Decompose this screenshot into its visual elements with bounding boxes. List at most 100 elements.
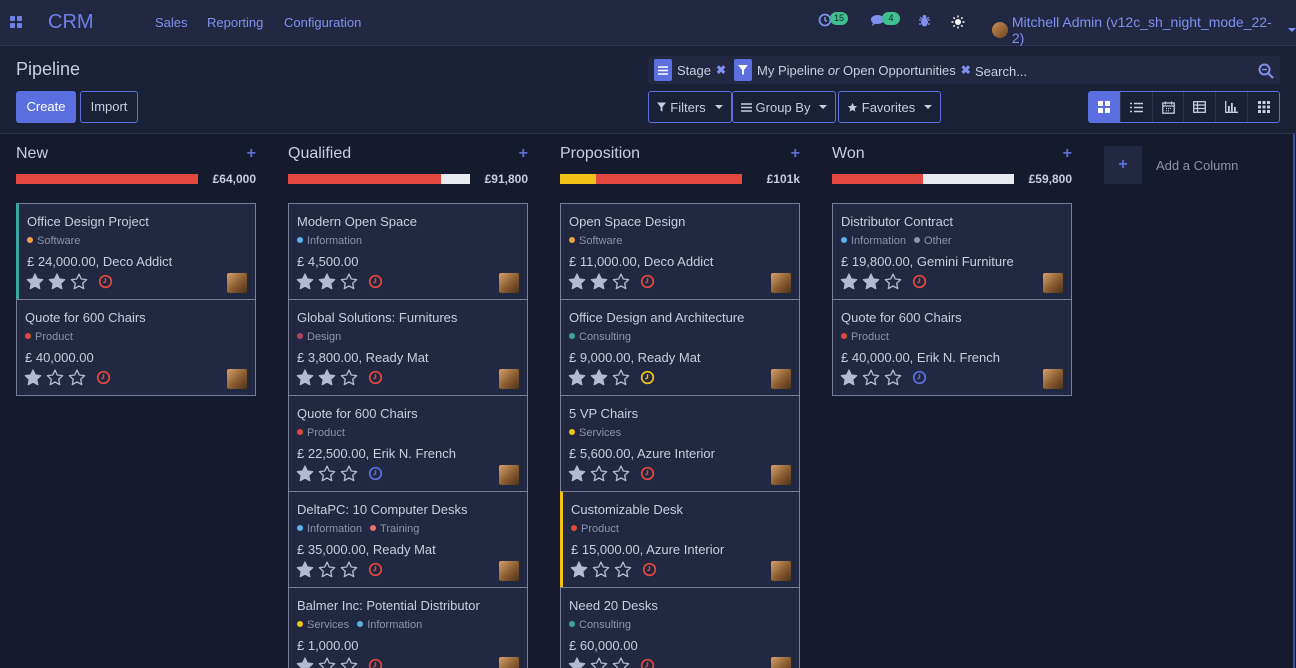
plus-icon[interactable]: +: [1104, 146, 1142, 184]
kanban-card[interactable]: 5 VP Chairs Services £ 5,600.00, Azure Int…: [560, 395, 800, 492]
activity-clock-icon[interactable]: [912, 274, 927, 289]
star-empty-icon[interactable]: [614, 561, 632, 578]
activity-clock-icon[interactable]: [640, 658, 655, 668]
activity-clock-icon[interactable]: [640, 370, 655, 385]
progress-segment-overdue[interactable]: [16, 174, 198, 184]
star-empty-icon[interactable]: [612, 369, 630, 386]
activity-clock-icon[interactable]: [912, 370, 927, 385]
kanban-card[interactable]: Balmer Inc: Potential Distributor Service…: [288, 587, 528, 668]
kanban-card[interactable]: Office Design and Architecture Consulting…: [560, 299, 800, 396]
star-empty-icon[interactable]: [592, 561, 610, 578]
filters-dropdown[interactable]: Filters: [648, 91, 732, 123]
column-progress-bar[interactable]: [288, 174, 470, 184]
star-filled-icon[interactable]: [862, 273, 880, 290]
progress-segment-today[interactable]: [560, 174, 596, 184]
column-progress-bar[interactable]: [832, 174, 1014, 184]
star-empty-icon[interactable]: [340, 465, 358, 482]
graph-view-button[interactable]: [1216, 92, 1249, 122]
apps-menu-icon[interactable]: [10, 16, 22, 28]
menu-reporting[interactable]: Reporting: [207, 15, 263, 30]
activity-clock-icon[interactable]: [642, 562, 657, 577]
kanban-card[interactable]: Open Space Design Software £ 11,000.00, De…: [560, 203, 800, 300]
star-filled-icon[interactable]: [296, 369, 314, 386]
kanban-view-button[interactable]: [1089, 92, 1121, 122]
activity-clock-icon[interactable]: [368, 274, 383, 289]
star-filled-icon[interactable]: [296, 273, 314, 290]
column-title[interactable]: Won: [832, 145, 865, 163]
star-filled-icon[interactable]: [840, 273, 858, 290]
star-empty-icon[interactable]: [318, 465, 336, 482]
star-filled-icon[interactable]: [590, 369, 608, 386]
star-empty-icon[interactable]: [340, 273, 358, 290]
facet-remove-icon[interactable]: ✖: [716, 63, 726, 77]
kanban-card[interactable]: Office Design Project Software £ 24,000.00…: [16, 203, 256, 300]
star-empty-icon[interactable]: [46, 369, 64, 386]
star-empty-icon[interactable]: [612, 657, 630, 668]
kanban-card[interactable]: Need 20 Desks Consulting £ 60,000.00: [560, 587, 800, 668]
star-empty-icon[interactable]: [340, 561, 358, 578]
progress-segment-overdue[interactable]: [832, 174, 923, 184]
activity-clock-icon[interactable]: [368, 370, 383, 385]
activity-clock-icon[interactable]: [640, 274, 655, 289]
star-empty-icon[interactable]: [884, 273, 902, 290]
star-empty-icon[interactable]: [862, 369, 880, 386]
star-empty-icon[interactable]: [318, 561, 336, 578]
star-filled-icon[interactable]: [296, 465, 314, 482]
star-filled-icon[interactable]: [568, 369, 586, 386]
activity-clock-icon[interactable]: [98, 274, 113, 289]
star-filled-icon[interactable]: [590, 273, 608, 290]
star-filled-icon[interactable]: [296, 561, 314, 578]
menu-configuration[interactable]: Configuration: [284, 15, 361, 30]
star-filled-icon[interactable]: [48, 273, 66, 290]
column-title[interactable]: Qualified: [288, 145, 351, 163]
star-filled-icon[interactable]: [318, 369, 336, 386]
app-brand[interactable]: CRM: [48, 11, 94, 34]
user-menu[interactable]: Mitchell Admin (v12c_sh_night_mode_22-2): [992, 14, 1296, 46]
column-title[interactable]: New: [16, 145, 48, 163]
activity-clock-icon[interactable]: [368, 658, 383, 668]
kanban-card[interactable]: Quote for 600 Chairs Product £ 40,000.00, …: [832, 299, 1072, 396]
star-filled-icon[interactable]: [26, 273, 44, 290]
create-button[interactable]: Create: [16, 91, 76, 123]
kanban-card[interactable]: Quote for 600 Chairs Product £ 40,000.00: [16, 299, 256, 396]
import-button[interactable]: Import: [80, 91, 138, 123]
activity-clock-icon[interactable]: [96, 370, 111, 385]
cohort-view-button[interactable]: [1248, 92, 1279, 122]
groupby-dropdown[interactable]: Group By: [732, 91, 836, 123]
kanban-card[interactable]: DeltaPC: 10 Computer Desks Information Tra…: [288, 491, 528, 588]
star-empty-icon[interactable]: [884, 369, 902, 386]
star-empty-icon[interactable]: [70, 273, 88, 290]
star-empty-icon[interactable]: [590, 657, 608, 668]
activity-clock-icon[interactable]: [640, 466, 655, 481]
activity-clock-icon[interactable]: [368, 466, 383, 481]
kanban-card[interactable]: Global Solutions: Furnitures Design £ 3,80…: [288, 299, 528, 396]
star-empty-icon[interactable]: [318, 657, 336, 668]
pivot-view-button[interactable]: [1184, 92, 1217, 122]
search-icon[interactable]: [1258, 63, 1274, 79]
star-empty-icon[interactable]: [340, 657, 358, 668]
quick-create-plus-icon[interactable]: +: [247, 145, 256, 163]
debug-bug-icon[interactable]: [918, 14, 931, 28]
star-filled-icon[interactable]: [24, 369, 42, 386]
menu-sales[interactable]: Sales: [155, 15, 188, 30]
theme-sun-icon[interactable]: [951, 15, 965, 29]
quick-create-plus-icon[interactable]: +: [791, 145, 800, 163]
column-progress-bar[interactable]: [560, 174, 742, 184]
star-empty-icon[interactable]: [590, 465, 608, 482]
quick-create-plus-icon[interactable]: +: [1063, 145, 1072, 163]
star-empty-icon[interactable]: [68, 369, 86, 386]
favorites-dropdown[interactable]: Favorites: [838, 91, 941, 123]
star-empty-icon[interactable]: [612, 465, 630, 482]
star-filled-icon[interactable]: [840, 369, 858, 386]
star-filled-icon[interactable]: [570, 561, 588, 578]
star-empty-icon[interactable]: [340, 369, 358, 386]
kanban-card[interactable]: Customizable Desk Product £ 15,000.00, Azu…: [560, 491, 800, 588]
star-filled-icon[interactable]: [318, 273, 336, 290]
star-empty-icon[interactable]: [612, 273, 630, 290]
star-filled-icon[interactable]: [568, 465, 586, 482]
progress-segment-overdue[interactable]: [288, 174, 441, 184]
activity-clock-icon[interactable]: [368, 562, 383, 577]
kanban-card[interactable]: Quote for 600 Chairs Product £ 22,500.00, …: [288, 395, 528, 492]
column-title[interactable]: Proposition: [560, 145, 640, 163]
star-filled-icon[interactable]: [568, 273, 586, 290]
